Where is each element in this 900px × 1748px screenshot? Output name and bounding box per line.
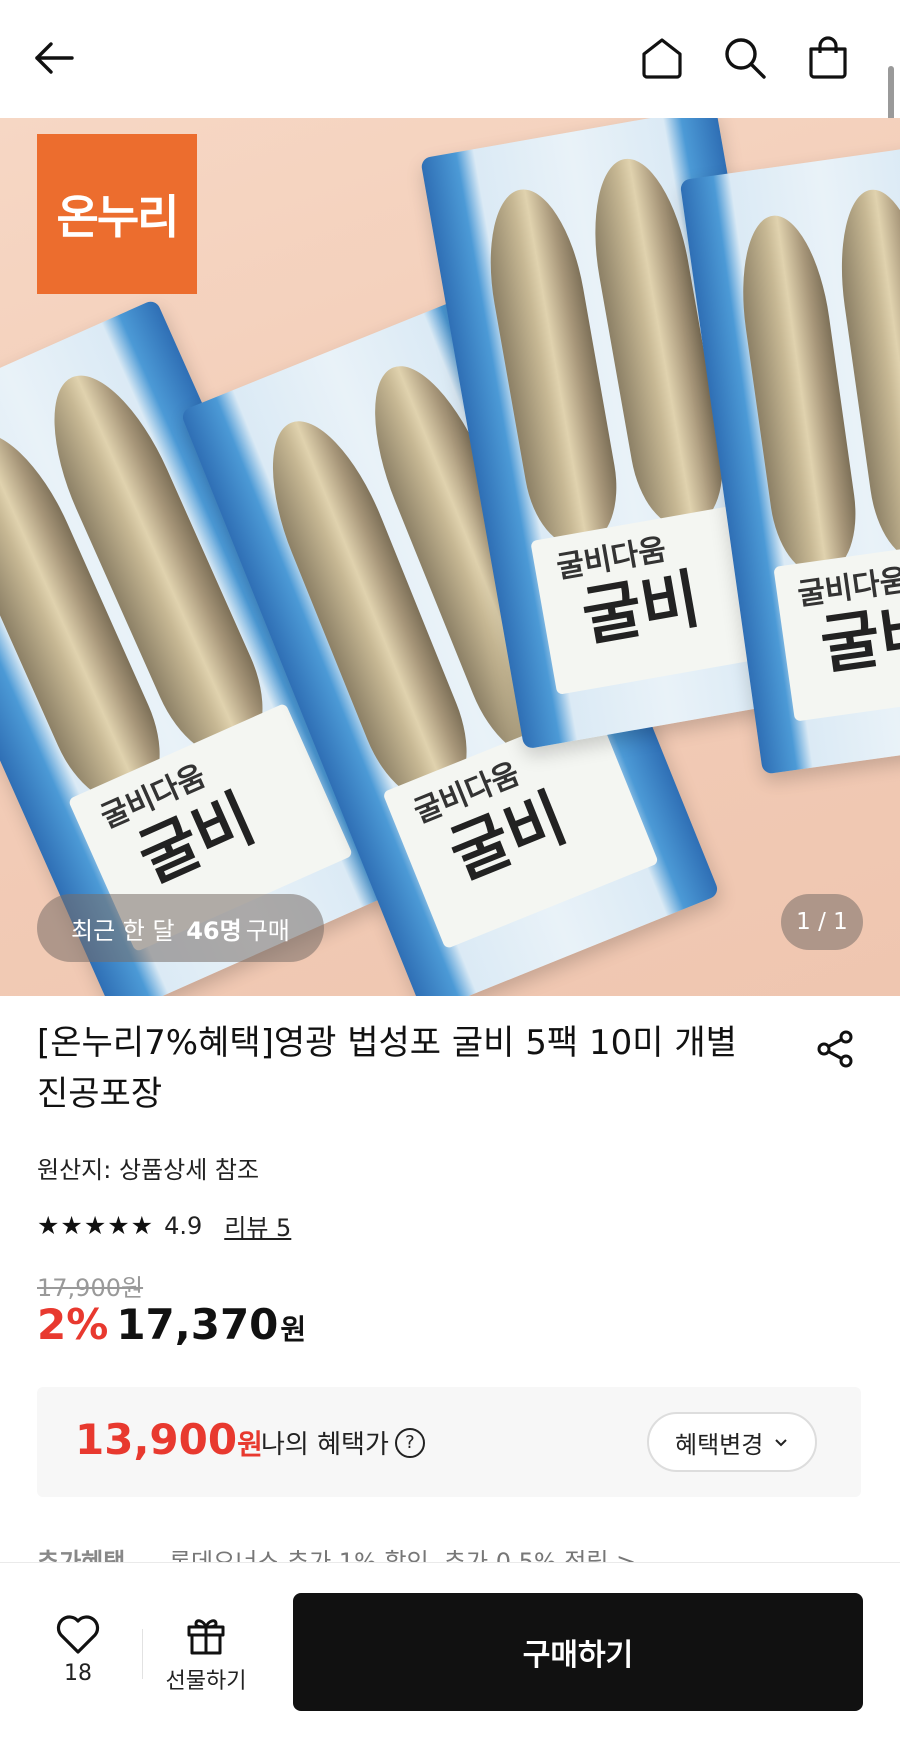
currency-unit: 원 bbox=[280, 1313, 307, 1346]
buy-button[interactable]: 구매하기 bbox=[293, 1593, 863, 1711]
brand-logo-text: 온누리 bbox=[56, 190, 180, 244]
benefit-price-value: 13,900 bbox=[75, 1415, 238, 1464]
my-benefit-price-box: 13,900 원 나의 혜택가 ? 혜택변경 bbox=[37, 1387, 861, 1497]
recent-buyers-prefix: 최근 한 달 bbox=[71, 916, 175, 945]
recent-buyers-badge: 최근 한 달 46명 구매 bbox=[37, 894, 324, 962]
onnuri-brand-logo: 온누리 bbox=[37, 134, 197, 294]
chevron-down-icon bbox=[775, 1439, 788, 1447]
back-button[interactable] bbox=[26, 30, 82, 86]
image-page-indicator: 1 / 1 bbox=[781, 894, 863, 950]
shopping-bag-button[interactable] bbox=[800, 30, 856, 86]
bottom-action-bar: 18 선물하기 구매하기 bbox=[0, 1562, 900, 1748]
rating-row: ★★★★★ 4.9 리뷰 5 bbox=[37, 1208, 291, 1243]
recent-buyers-count: 46명 bbox=[186, 916, 242, 945]
product-title: [온누리7%혜택]영광 법성포 굴비 5팩 10미 개별 진공포장 bbox=[37, 1023, 737, 1114]
question-circle-icon[interactable]: ? bbox=[394, 1427, 425, 1458]
package-label-big: 굴비 bbox=[576, 561, 706, 656]
benefit-change-label: 혜택변경 bbox=[675, 1431, 764, 1459]
search-button[interactable] bbox=[717, 30, 773, 86]
page-indicator-text: 1 / 1 bbox=[796, 909, 848, 935]
search-icon bbox=[725, 38, 766, 79]
benefit-change-button[interactable]: 혜택변경 bbox=[647, 1412, 818, 1472]
benefit-label-text: 나의 혜택가 bbox=[261, 1430, 389, 1460]
original-price: 17,900원 bbox=[37, 1274, 144, 1302]
origin-info: 원산지: 상품상세 참조 bbox=[37, 1156, 260, 1184]
shopping-bag-icon bbox=[809, 36, 847, 79]
package-label-big: 굴비 bbox=[816, 593, 900, 685]
star-rating-icon: ★★★★★ bbox=[37, 1211, 155, 1240]
gift-button[interactable]: 선물하기 bbox=[158, 1613, 254, 1695]
share-icon bbox=[817, 1030, 853, 1068]
share-button[interactable] bbox=[810, 1024, 860, 1074]
recent-buyers-suffix: 구매 bbox=[245, 916, 290, 945]
arrow-left-icon bbox=[35, 42, 74, 74]
benefit-price: 13,900 원 bbox=[75, 1415, 263, 1464]
rating-value: 4.9 bbox=[164, 1211, 203, 1240]
benefit-label: 나의 혜택가 ? bbox=[261, 1424, 425, 1461]
like-button[interactable]: 18 bbox=[40, 1613, 116, 1686]
top-nav-bar bbox=[0, 0, 900, 118]
like-count: 18 bbox=[64, 1661, 92, 1686]
discount-rate: 2% bbox=[37, 1300, 109, 1349]
heart-icon bbox=[56, 1615, 100, 1654]
home-button[interactable] bbox=[634, 30, 690, 86]
divider bbox=[142, 1629, 143, 1679]
benefit-price-currency: 원 bbox=[237, 1428, 263, 1461]
gift-label: 선물하기 bbox=[165, 1669, 247, 1694]
review-link[interactable]: 리뷰 5 bbox=[224, 1208, 291, 1243]
home-icon bbox=[642, 38, 682, 79]
price-row: 2% 17,370 원 bbox=[37, 1300, 306, 1349]
gift-icon bbox=[187, 1619, 225, 1655]
sale-price: 17,370 bbox=[116, 1300, 279, 1349]
product-image[interactable]: 굴비다움 굴비 굴비다움 굴비 굴비다움 굴비 굴비다움 굴비 온누리 최근 한 달 4… bbox=[0, 118, 900, 996]
